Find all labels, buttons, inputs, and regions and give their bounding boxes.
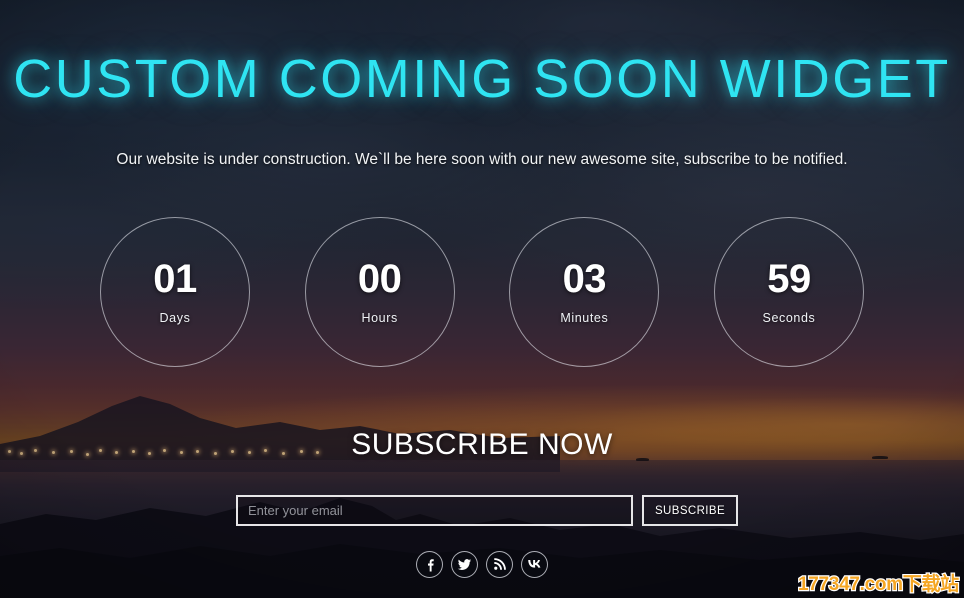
countdown-minutes-label: Minutes bbox=[560, 311, 609, 325]
subscribe-heading: SUBSCRIBE NOW bbox=[351, 428, 613, 461]
email-input[interactable] bbox=[236, 495, 633, 526]
facebook-icon[interactable] bbox=[416, 551, 443, 578]
countdown-hours-value: 00 bbox=[357, 257, 402, 301]
watermark: 177347.com下载站 bbox=[797, 569, 961, 596]
countdown-days-label: Days bbox=[159, 311, 191, 325]
countdown-seconds-value: 59 bbox=[767, 257, 811, 301]
watermark-site: 177347.com bbox=[797, 573, 904, 596]
countdown-unit-hours: 00 Hours bbox=[304, 217, 455, 367]
coming-soon-page: CUSTOM COMING SOON WIDGET Our website is… bbox=[0, 0, 964, 598]
subscribe-button[interactable]: SUBSCRIBE bbox=[642, 495, 738, 526]
countdown-unit-seconds: 59 Seconds bbox=[713, 217, 864, 367]
page-content: CUSTOM COMING SOON WIDGET Our website is… bbox=[0, 0, 964, 598]
countdown-minutes-value: 03 bbox=[562, 257, 607, 301]
countdown-unit-days: 01 Days bbox=[100, 217, 250, 367]
subscribe-form: SUBSCRIBE bbox=[236, 495, 738, 526]
watermark-suffix: 下载站 bbox=[902, 572, 961, 596]
countdown-unit-minutes: 03 Minutes bbox=[509, 217, 660, 367]
page-title: CUSTOM COMING SOON WIDGET bbox=[13, 49, 951, 109]
rss-icon[interactable] bbox=[486, 551, 513, 578]
page-subtitle: Our website is under construction. We`ll… bbox=[116, 151, 848, 168]
twitter-icon[interactable] bbox=[451, 551, 478, 578]
countdown-timer: 01 Days 00 Hours 03 Minutes 59 Seconds bbox=[100, 217, 864, 367]
countdown-hours-label: Hours bbox=[361, 311, 398, 325]
countdown-seconds-label: Seconds bbox=[762, 311, 816, 325]
countdown-days-value: 01 bbox=[153, 257, 197, 301]
vk-icon[interactable] bbox=[521, 551, 548, 578]
